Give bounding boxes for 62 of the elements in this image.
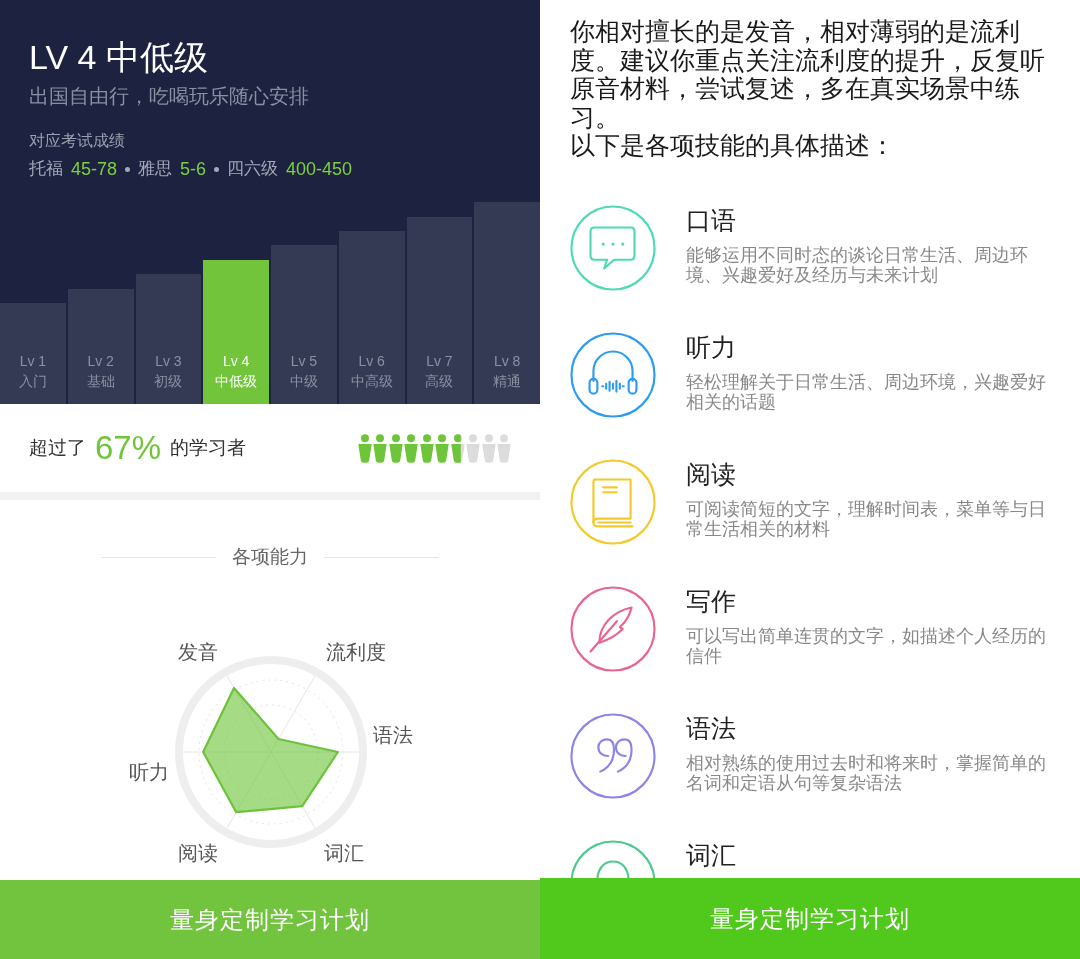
level-name: 中高级 [350, 372, 393, 391]
level-name: 精通 [493, 372, 522, 391]
level-label: Lv 7 [426, 352, 453, 371]
skill-title: 听力 [686, 331, 737, 363]
person-icon [497, 433, 511, 463]
axis-label: 词汇 [324, 841, 364, 864]
level-name: 中低级 [215, 372, 258, 391]
level-subtitle: 出国自由行，吃喝玩乐随心安排 [29, 84, 310, 109]
skill-title: 口语 [686, 204, 737, 236]
percentile-suffix: 的学习者 [170, 435, 247, 460]
skill-title: 阅读 [686, 458, 737, 490]
person-icon [481, 433, 496, 463]
skill-description: 轻松理解关于日常生活、周边环境，兴趣爱好相关的话题 [686, 371, 1046, 412]
exam-score: 5-6 [180, 158, 207, 181]
summary-text: 以下是各项技能的具体描述： [570, 132, 896, 161]
section-title: 各项能力 [232, 545, 308, 569]
person-icon [373, 433, 387, 463]
exam-name: 雅思 [138, 158, 173, 180]
person-icon [419, 433, 434, 463]
level-name: 初级 [154, 372, 183, 391]
exam-name: 四六级 [227, 158, 279, 180]
plan-button[interactable]: 量身定制学习计划 [0, 880, 540, 959]
summary-text: 你相对擅长的是发音，相对薄弱的是流利度。建议你重点关注流利度的提升，反复听原音材料，尝试复述，多在真实场景中练习。 [570, 18, 1046, 132]
percentile-prefix: 超过了 [29, 435, 86, 460]
skill-description: 相对熟练的使用过去时和将来时，掌握简单的名词和定语从句等复杂语法 [686, 752, 1046, 793]
percentile-value: 67% [95, 428, 162, 468]
plan-button[interactable]: 量身定制学习计划 [540, 878, 1080, 959]
skill-description: 可阅读简短的文字，理解时间表，菜单等与日常生活相关的材料 [686, 498, 1046, 539]
skill-title: 词汇 [686, 839, 736, 871]
person-icon [466, 433, 480, 463]
skill-title: 写作 [686, 585, 737, 617]
person-icon [357, 433, 372, 463]
person-icon [450, 433, 465, 463]
axis-label: 听力 [129, 761, 169, 783]
exam-label: 对应考试成绩 [29, 131, 126, 151]
level-name: 中级 [289, 372, 318, 391]
level-title: LV 4 中低级 [29, 37, 209, 78]
axis-label: 流利度 [326, 640, 386, 663]
skill-title: 语法 [686, 712, 737, 744]
level-label: Lv 4 [222, 352, 250, 371]
bullet-icon [125, 166, 131, 172]
exam-name: 托福 [29, 158, 63, 180]
level-label: Lv 3 [155, 352, 182, 371]
exam-score: 45-78 [71, 158, 118, 181]
level-name: 高级 [425, 372, 454, 391]
exam-score: 400-450 [286, 158, 353, 181]
level-label: Lv 6 [358, 352, 385, 371]
level-name: 入门 [18, 372, 47, 391]
level-label: Lv 5 [290, 352, 318, 371]
level-label: Lv 8 [493, 352, 521, 371]
bullet-icon [214, 166, 220, 172]
skill-description: 可以写出简单连贯的文字，如描述个人经历的信件 [686, 625, 1046, 666]
level-name: 基础 [86, 372, 115, 391]
axis-label: 发音 [178, 640, 218, 663]
level-label: Lv 2 [87, 352, 114, 371]
person-icon [404, 433, 418, 463]
axis-label: 阅读 [178, 841, 218, 864]
person-icon [388, 433, 403, 463]
level-label: Lv 1 [19, 352, 47, 371]
axis-label: 语法 [373, 724, 413, 746]
skill-description: 能够运用不同时态的谈论日常生活、周边环境、兴趣爱好及经历与未来计划 [686, 244, 1029, 285]
person-icon [435, 433, 449, 463]
